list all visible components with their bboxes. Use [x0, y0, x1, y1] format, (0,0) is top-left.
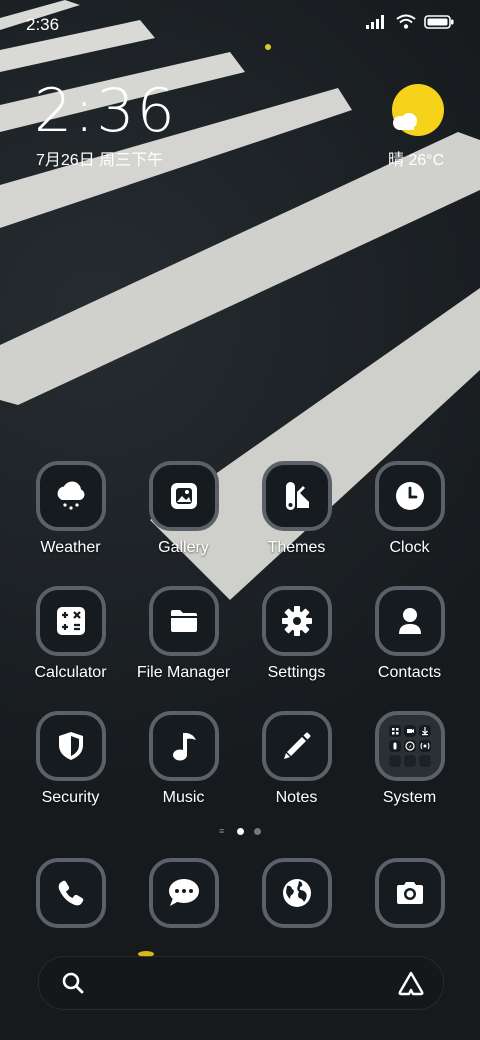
app-gallery[interactable]: Gallery	[127, 461, 240, 557]
weather-icon	[35, 461, 106, 531]
browser-icon	[261, 858, 332, 928]
status-time: 2:36	[26, 15, 60, 34]
app-file-manager[interactable]: File Manager	[127, 586, 240, 682]
app-system-folder[interactable]: System	[353, 711, 466, 807]
app-music[interactable]: Music	[127, 711, 240, 807]
clock-widget-time[interactable]: 2:36	[34, 76, 177, 146]
app-label: Clock	[389, 539, 430, 556]
page-dot	[254, 828, 261, 835]
gear-icon	[261, 586, 332, 656]
themes-icon	[261, 461, 332, 531]
assistant-icon[interactable]	[397, 970, 425, 996]
gallery-icon	[148, 461, 219, 531]
dock-camera[interactable]	[353, 858, 466, 928]
clock-widget-date: 7月26日 周三下午	[36, 152, 164, 169]
app-label: Music	[162, 789, 205, 806]
calculator-icon	[35, 586, 106, 656]
app-label: Notes	[275, 789, 318, 806]
status-bar: 2:36	[0, 0, 480, 50]
battery-icon	[424, 14, 454, 29]
app-label: Themes	[267, 539, 326, 556]
app-notes[interactable]: Notes	[240, 711, 353, 807]
app-label: System	[382, 789, 437, 806]
cloud-icon	[393, 113, 417, 130]
app-label: Weather	[40, 539, 101, 556]
message-icon	[148, 858, 219, 928]
wifi-icon	[396, 14, 416, 29]
app-calculator[interactable]: Calculator	[14, 586, 127, 682]
signal-icon	[366, 14, 384, 29]
music-icon	[148, 711, 219, 781]
phone-icon	[35, 858, 106, 928]
app-label: Calculator	[34, 664, 107, 681]
app-label: Settings	[267, 664, 326, 681]
system-folder-icon	[374, 711, 445, 781]
app-security[interactable]: Security	[14, 711, 127, 807]
dock-browser[interactable]	[240, 858, 353, 928]
app-settings[interactable]: Settings	[240, 586, 353, 682]
app-weather[interactable]: Weather	[14, 461, 127, 557]
shield-icon	[35, 711, 106, 781]
app-label: File Manager	[136, 664, 231, 681]
page-indicator: ≡	[0, 826, 480, 836]
contacts-icon	[374, 586, 445, 656]
app-label: Gallery	[158, 539, 209, 556]
folder-icon	[148, 586, 219, 656]
search-icon[interactable]	[61, 971, 85, 995]
app-clock[interactable]: Clock	[353, 461, 466, 557]
pencil-icon	[261, 711, 332, 781]
app-label: Contacts	[377, 664, 442, 681]
app-themes[interactable]: Themes	[240, 461, 353, 557]
clock-icon	[374, 461, 445, 531]
app-label: Security	[41, 789, 100, 806]
search-bar[interactable]	[38, 956, 444, 1010]
menu-lines-icon: ≡	[219, 826, 225, 836]
weather-widget-text: 晴 26°C	[388, 152, 445, 169]
dock-phone[interactable]	[14, 858, 127, 928]
camera-icon	[374, 858, 445, 928]
dock-messages[interactable]	[127, 858, 240, 928]
app-contacts[interactable]: Contacts	[353, 586, 466, 682]
page-dot-active	[237, 828, 244, 835]
